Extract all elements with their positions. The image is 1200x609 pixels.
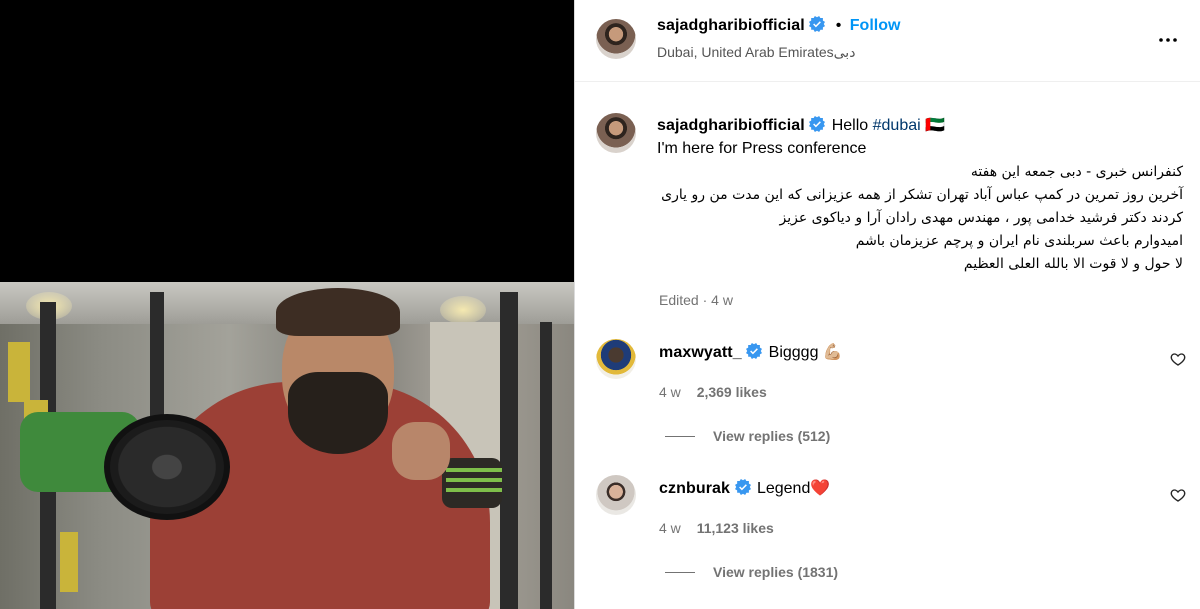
header-user-row: sajadgharibiofficial • Follow (657, 16, 900, 35)
avatar[interactable] (596, 475, 636, 515)
comment-row: cznburak Legend❤️ (659, 478, 830, 499)
video-wrist-wrap (442, 458, 502, 508)
comment-timestamp[interactable]: 4 w (659, 520, 681, 536)
view-replies-row: View replies (1831) (665, 564, 838, 582)
video-rack-pole (540, 322, 552, 609)
caption-persian-text: کنفرانس خبری - دبی جمعه این هفته آخرین ر… (657, 161, 1183, 276)
view-replies-button[interactable]: View replies (1831) (713, 564, 838, 580)
avatar[interactable] (596, 19, 636, 59)
caption-first-line: sajadgharibiofficial Hello #dubai 🇦🇪 (657, 115, 945, 136)
video-athlete-beard (288, 372, 388, 454)
post-location[interactable]: Dubai, United Arab Emiratesدبی (657, 44, 855, 61)
caption-username[interactable]: sajadgharibiofficial (657, 117, 805, 134)
comment-row: maxwyatt_ Bigggg 💪🏼 (659, 342, 843, 363)
header-separator: • (835, 17, 842, 34)
replies-divider-line (665, 436, 695, 438)
comment-text: Legend❤️ (756, 480, 831, 497)
verified-badge-icon (809, 116, 826, 132)
avatar[interactable] (596, 113, 636, 153)
video-rack-pole (500, 292, 518, 609)
avatar[interactable] (596, 339, 636, 379)
video-wrist-band (446, 468, 502, 472)
verified-badge-icon (746, 343, 763, 359)
verified-badge-icon (809, 16, 826, 32)
comment-username[interactable]: maxwyatt_ (659, 344, 742, 361)
caption-fa-line: کردند دکتر فرشید خدامی پور ، مهندس مهدی … (779, 210, 1184, 226)
heart-icon[interactable] (1170, 487, 1186, 503)
comment-meta: 4 w 2,369 likes (659, 384, 767, 400)
video-wrist-band (446, 478, 502, 482)
comment-text: Bigggg 💪🏼 (768, 344, 843, 361)
video-frame[interactable] (0, 282, 574, 609)
comment-meta: 4 w 11,123 likes (659, 520, 774, 536)
comment-username[interactable]: cznburak (659, 480, 730, 497)
caption-fa-line: کنفرانس خبری - دبی جمعه این هفته (970, 164, 1183, 180)
caption-fa-line: امیدوارم باعث سربلندی نام ایران و پرچم ع… (855, 233, 1183, 249)
post-details-pane: sajadgharibiofficial • Follow Dubai, Uni… (575, 0, 1200, 609)
verified-badge-icon (734, 479, 751, 495)
caption-fa-line: آخرین روز تمرین در کمپ عباس آباد تهران ت… (661, 187, 1183, 203)
post-timestamp[interactable]: 4 w (711, 292, 733, 308)
video-weight-plate (104, 414, 230, 520)
more-options-icon[interactable] (1156, 28, 1180, 52)
meta-dot: · (702, 292, 708, 308)
caption-fa-line: لا حول و لا قوت الا بالله العلی العظیم (963, 256, 1183, 272)
video-rack-hook (60, 532, 78, 592)
flag-emoji: 🇦🇪 (925, 117, 946, 134)
video-ceiling-light (440, 296, 486, 324)
hashtag-link[interactable]: #dubai (873, 117, 921, 134)
comment-likes[interactable]: 11,123 likes (697, 520, 774, 536)
post-header: sajadgharibiofficial • Follow Dubai, Uni… (575, 0, 1200, 82)
video-rack-hook (8, 342, 30, 402)
view-replies-row: View replies (512) (665, 428, 830, 446)
view-replies-button[interactable]: View replies (512) (713, 428, 830, 444)
follow-button[interactable]: Follow (850, 17, 901, 34)
header-username[interactable]: sajadgharibiofficial (657, 17, 805, 34)
video-athlete-fist (392, 422, 450, 480)
edited-label: Edited (659, 292, 699, 308)
post-media[interactable] (0, 0, 574, 609)
caption-line: I'm here for Press conference (657, 140, 867, 157)
video-athlete-hair (276, 288, 400, 336)
comment-timestamp[interactable]: 4 w (659, 384, 681, 400)
caption-meta: Edited · 4 w (659, 292, 733, 308)
replies-divider-line (665, 572, 695, 574)
video-wrist-band (446, 488, 502, 492)
heart-icon[interactable] (1170, 351, 1186, 367)
caption-greeting: Hello (831, 117, 873, 134)
comment-likes[interactable]: 2,369 likes (697, 384, 767, 400)
